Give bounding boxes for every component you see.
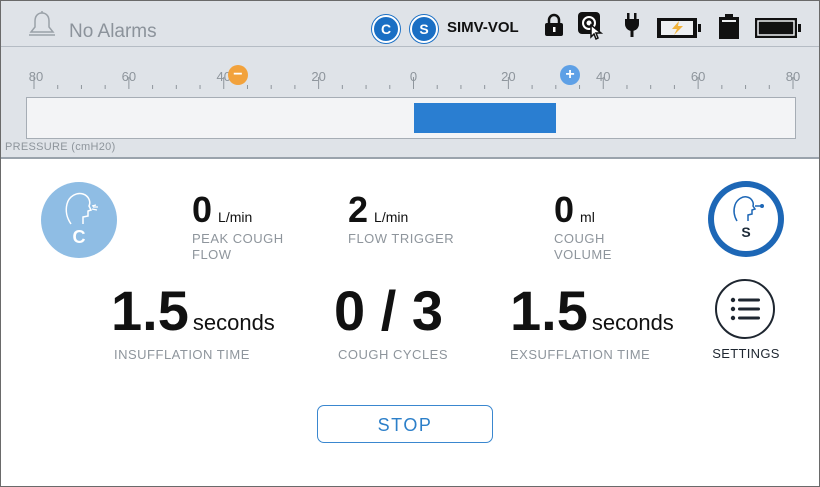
pressure-caption: PRESSURE (cmH20)	[5, 141, 116, 153]
pressure-gauge: 80 60 40 20 0 20 40 60 80 − + PRESSURE (cmH20)	[1, 47, 819, 159]
cough-mode-button[interactable]: S	[708, 181, 784, 257]
flow-trigger-unit: L/min	[374, 209, 409, 225]
exsufflation-time-label: EXSUFFLATION TIME	[510, 347, 651, 362]
cough-volume-label: COUGH VOLUME	[554, 231, 612, 262]
peak-cough-flow-unit: L/min	[218, 209, 253, 225]
simv-mode-badge[interactable]: S	[410, 15, 438, 43]
list-icon	[730, 297, 760, 321]
cough-cycles-label: COUGH CYCLES	[338, 347, 449, 362]
scale-tick-label: 60	[121, 69, 137, 84]
settings-label[interactable]: SETTINGS	[703, 346, 789, 361]
insufflation-time-unit: seconds	[192, 310, 275, 335]
exsufflation-time-value: 1.5	[510, 279, 588, 342]
cough-cycles-value: 0 / 3	[334, 279, 443, 342]
battery-removable-icon	[719, 14, 739, 39]
scale-tick-label: 0	[409, 69, 418, 84]
patient-cough-icon	[65, 192, 98, 225]
bell-icon[interactable]	[27, 10, 57, 38]
insufflation-time-metric: 1.5 seconds	[111, 278, 275, 343]
cough-volume-value: 0	[554, 189, 575, 230]
insufflation-time-value: 1.5	[111, 279, 189, 342]
cough-letter-c: C	[72, 227, 86, 247]
high-pressure-alarm-marker[interactable]: +	[560, 65, 581, 85]
scale-tick-label: 20	[501, 69, 516, 84]
settings-button[interactable]	[715, 279, 775, 339]
stop-button[interactable]: STOP	[317, 405, 493, 443]
insufflation-time-label: INSUFFLATION TIME	[114, 347, 250, 362]
flow-trigger-label: FLOW TRIGGER	[348, 231, 455, 246]
peak-cough-flow-value: 0	[192, 189, 213, 230]
cough-letter-s: S	[741, 224, 751, 240]
peak-cough-flow-label: PEAK COUGH FLOW	[192, 231, 284, 262]
scale-tick-label: 20	[311, 69, 326, 84]
exsufflation-time-unit: seconds	[591, 310, 674, 335]
pressure-bar-fill	[413, 103, 556, 133]
peak-cough-flow-metric: 0 L/min PEAK COUGH FLOW	[192, 189, 302, 263]
touch-icon[interactable]	[577, 11, 609, 41]
cough-cycles-metric: 0 / 3	[334, 278, 443, 343]
flow-trigger-value: 2	[348, 189, 369, 230]
flow-trigger-metric: 2 L/min FLOW TRIGGER	[348, 189, 468, 247]
status-bar: No Alarms C S SIMV-VOL	[1, 1, 819, 47]
battery-internal-icon	[755, 18, 801, 38]
lock-icon[interactable]	[543, 13, 565, 37]
battery-charging-icon	[657, 18, 701, 38]
patient-cough-icon	[733, 196, 764, 222]
alarm-status-text[interactable]: No Alarms	[69, 21, 157, 43]
pressure-bar	[26, 97, 796, 139]
cough-mode-badge[interactable]: C	[372, 15, 400, 43]
low-pressure-alarm-marker[interactable]: −	[227, 65, 248, 85]
cough-volume-unit: ml	[580, 209, 595, 225]
exsufflation-time-metric: 1.5 seconds	[510, 278, 674, 343]
cough-patient-indicator: C	[41, 182, 117, 258]
ventilation-mode[interactable]: SIMV-VOL	[447, 19, 519, 36]
scale-tick-label: 40	[596, 69, 611, 84]
cough-volume-metric: 0 ml COUGH VOLUME	[554, 189, 624, 263]
scale-tick-label: 80	[785, 69, 801, 84]
plug-icon	[625, 13, 639, 37]
scale-tick-label: 80	[28, 69, 44, 84]
ventilator-screen: No Alarms C S SIMV-VOL 80 60 40 20 0 20 …	[0, 0, 820, 487]
scale-tick-label: 60	[690, 69, 706, 84]
